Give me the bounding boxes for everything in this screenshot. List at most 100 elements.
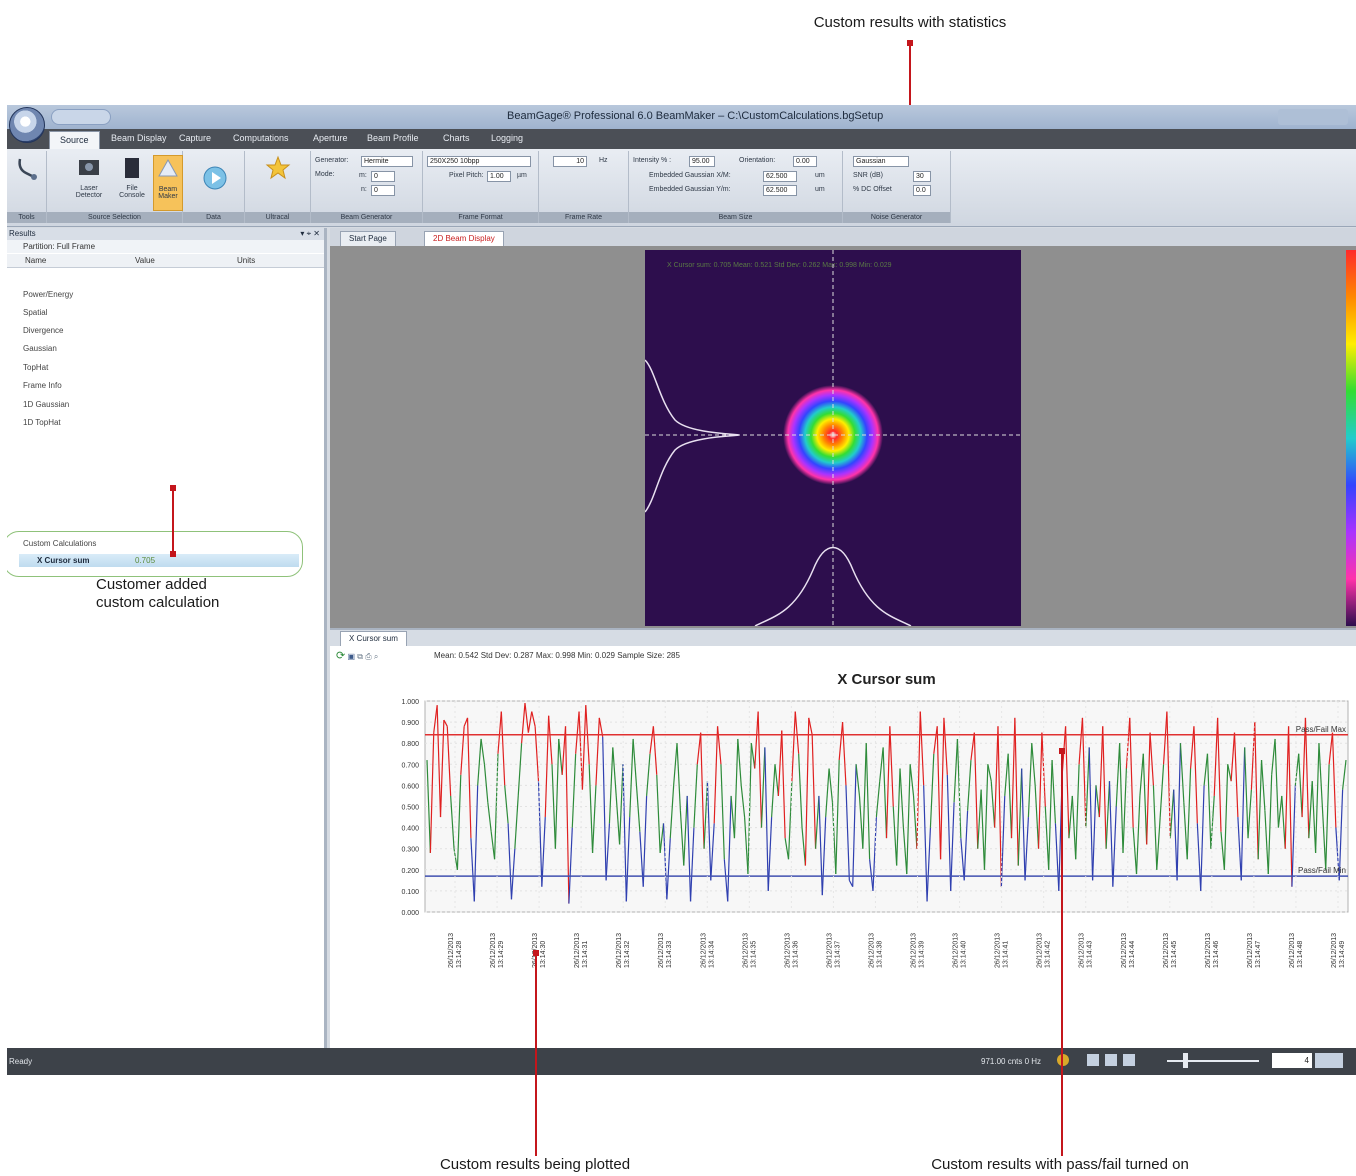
camera-icon xyxy=(79,160,99,175)
result-group-gaussian[interactable]: Gaussian xyxy=(23,344,57,353)
results-pane: Results ▾ ⌖ ✕ Partition: Full Frame Name… xyxy=(7,228,327,1048)
pass-fail-min-label: Pass/Fail Min xyxy=(1298,866,1346,875)
results-title-text: Results xyxy=(9,229,36,238)
callout-left-text-2: custom calculation xyxy=(96,594,220,611)
column-name[interactable]: Name xyxy=(25,256,46,265)
print-icon[interactable]: ⎙ xyxy=(365,652,371,661)
file-console-button[interactable]: File Console xyxy=(115,155,149,199)
n-select[interactable]: 0 xyxy=(371,185,395,196)
star-icon xyxy=(265,155,291,180)
tab-charts[interactable]: Charts xyxy=(443,133,470,143)
file-console-label: File Console xyxy=(119,185,145,199)
generator-select[interactable]: Hermite xyxy=(361,156,413,167)
tab-2d-beam-display[interactable]: 2D Beam Display xyxy=(424,231,504,246)
status-text: Ready xyxy=(9,1057,33,1066)
results-pane-controls[interactable]: ▾ ⌖ ✕ xyxy=(300,228,320,240)
gaussian-x-input[interactable]: 62.500 xyxy=(763,171,797,182)
group-source-selection: Laser Detector File Console Beam Maker S… xyxy=(47,151,183,223)
status-bar: Ready 971.00 cnts 0 Hz 4 xyxy=(7,1048,1356,1075)
tab-beam-display[interactable]: Beam Display xyxy=(111,133,167,143)
ultracal-button[interactable] xyxy=(263,155,293,185)
window-controls[interactable] xyxy=(1278,109,1348,125)
callout-bottom-right-text: Custom results with pass/fail turned on xyxy=(880,1156,1240,1174)
beam-profile-overlay xyxy=(645,250,1021,626)
group-data: Data xyxy=(183,151,245,223)
frame-format-select[interactable]: 250X250 10bpp xyxy=(427,156,531,167)
zoom-buttons[interactable] xyxy=(1315,1053,1343,1068)
tab-capture[interactable]: Capture xyxy=(179,133,211,143)
result-group-1d-gaussian[interactable]: 1D Gaussian xyxy=(23,400,69,409)
column-units[interactable]: Units xyxy=(237,256,255,265)
x-tick-label: 26/12/201313:14:35 xyxy=(742,933,757,968)
tab-source[interactable]: Source xyxy=(49,131,100,149)
tab-start-page[interactable]: Start Page xyxy=(340,231,396,246)
x-tick-label: 26/12/201313:14:47 xyxy=(1247,933,1262,968)
callout-left-text-1: Customer added xyxy=(96,576,207,593)
m-select[interactable]: 0 xyxy=(371,171,395,182)
column-value[interactable]: Value xyxy=(135,256,155,265)
pixel-pitch-input[interactable]: 1.00 xyxy=(487,171,511,182)
color-icon[interactable] xyxy=(1057,1054,1069,1066)
group-label: Frame Rate xyxy=(539,212,628,223)
frame-rate-input[interactable]: 10 xyxy=(553,156,587,167)
tab-x-cursor-sum[interactable]: X Cursor sum xyxy=(340,631,407,646)
toggle-b-icon[interactable] xyxy=(1105,1054,1117,1066)
vertical-profile-curve xyxy=(645,359,740,513)
tab-computations[interactable]: Computations xyxy=(233,133,289,143)
result-group-tophat[interactable]: TopHat xyxy=(23,363,48,372)
result-group-custom-calculations[interactable]: Custom Calculations xyxy=(23,539,96,548)
x-tick-label: 26/12/201313:14:41 xyxy=(995,933,1010,968)
play-button[interactable] xyxy=(201,165,229,195)
tools-button[interactable] xyxy=(13,155,41,185)
file-console-icon xyxy=(125,158,139,178)
group-frame-rate: 10 Hz Frame Rate xyxy=(539,151,629,223)
chart-toolbar: ⟳ ▣ ⧉ ⎙ ⌕ xyxy=(336,649,378,663)
orientation-input[interactable]: 0.00 xyxy=(793,156,817,167)
zoom-slider-track[interactable] xyxy=(1167,1060,1259,1062)
noise-type-select[interactable]: Gaussian xyxy=(853,156,909,167)
snr-label: SNR (dB) xyxy=(853,172,883,179)
y-tick-label: 0.000 xyxy=(401,910,419,917)
y-tick-label: 0.700 xyxy=(401,762,419,769)
result-group-frame-info[interactable]: Frame Info xyxy=(23,381,62,390)
callout-bottom-left-line xyxy=(535,954,537,1164)
y-tick-label: 0.400 xyxy=(401,826,419,833)
dc-offset-input[interactable]: 0.0 xyxy=(913,185,931,196)
x-tick-label: 26/12/201313:14:44 xyxy=(1121,933,1136,968)
application-menu-icon[interactable] xyxy=(9,107,45,143)
quick-access-toolbar[interactable] xyxy=(51,109,111,125)
pixel-pitch-unit: µm xyxy=(517,172,527,179)
toggle-a-icon[interactable] xyxy=(1087,1054,1099,1066)
result-group-spatial[interactable]: Spatial xyxy=(23,308,47,317)
zoom-value-field[interactable]: 4 xyxy=(1272,1053,1312,1068)
result-group-power-energy[interactable]: Power/Energy xyxy=(23,290,73,299)
callout-left-bottom-dot xyxy=(170,551,176,557)
refresh-icon[interactable]: ⟳ xyxy=(336,650,345,662)
zoom-icon[interactable]: ⌕ xyxy=(374,652,378,661)
tab-logging[interactable]: Logging xyxy=(491,133,523,143)
snr-input[interactable]: 30 xyxy=(913,171,931,182)
x-tick-label: 26/12/201313:14:45 xyxy=(1163,933,1178,968)
result-group-divergence[interactable]: Divergence xyxy=(23,326,63,335)
y-tick-label: 0.800 xyxy=(401,741,419,748)
group-label: Frame Format xyxy=(423,212,538,223)
toggle-c-icon[interactable] xyxy=(1123,1054,1135,1066)
tab-beam-profile[interactable]: Beam Profile xyxy=(367,133,419,143)
copy-icon[interactable]: ⧉ xyxy=(357,652,363,661)
gaussian-y-input[interactable]: 62.500 xyxy=(763,185,797,196)
tab-aperture[interactable]: Aperture xyxy=(313,133,348,143)
y-tick-label: 0.200 xyxy=(401,868,419,875)
zoom-slider-thumb[interactable] xyxy=(1183,1053,1188,1068)
beam-maker-button[interactable]: Beam Maker xyxy=(153,155,183,211)
frame-rate-unit: Hz xyxy=(599,157,608,164)
intensity-input[interactable]: 95.00 xyxy=(689,156,715,167)
beam-image[interactable]: X Cursor sum: 0.705 Mean: 0.521 Std Dev:… xyxy=(645,250,1021,626)
y-tick-label: 0.100 xyxy=(401,889,419,896)
result-group-1d-tophat[interactable]: 1D TopHat xyxy=(23,418,61,427)
gaussian-x-unit: um xyxy=(815,172,825,179)
group-label: Beam Size xyxy=(629,212,842,223)
save-icon[interactable]: ▣ xyxy=(347,652,355,661)
partition-row[interactable]: Partition: Full Frame xyxy=(7,240,324,253)
x-cursor-sum-chart[interactable]: X Cursor sum 1.000 0.900 0.800 0.700 0.600 0.5… xyxy=(330,666,1356,1050)
laser-detector-button[interactable]: Laser Detector xyxy=(69,155,109,199)
